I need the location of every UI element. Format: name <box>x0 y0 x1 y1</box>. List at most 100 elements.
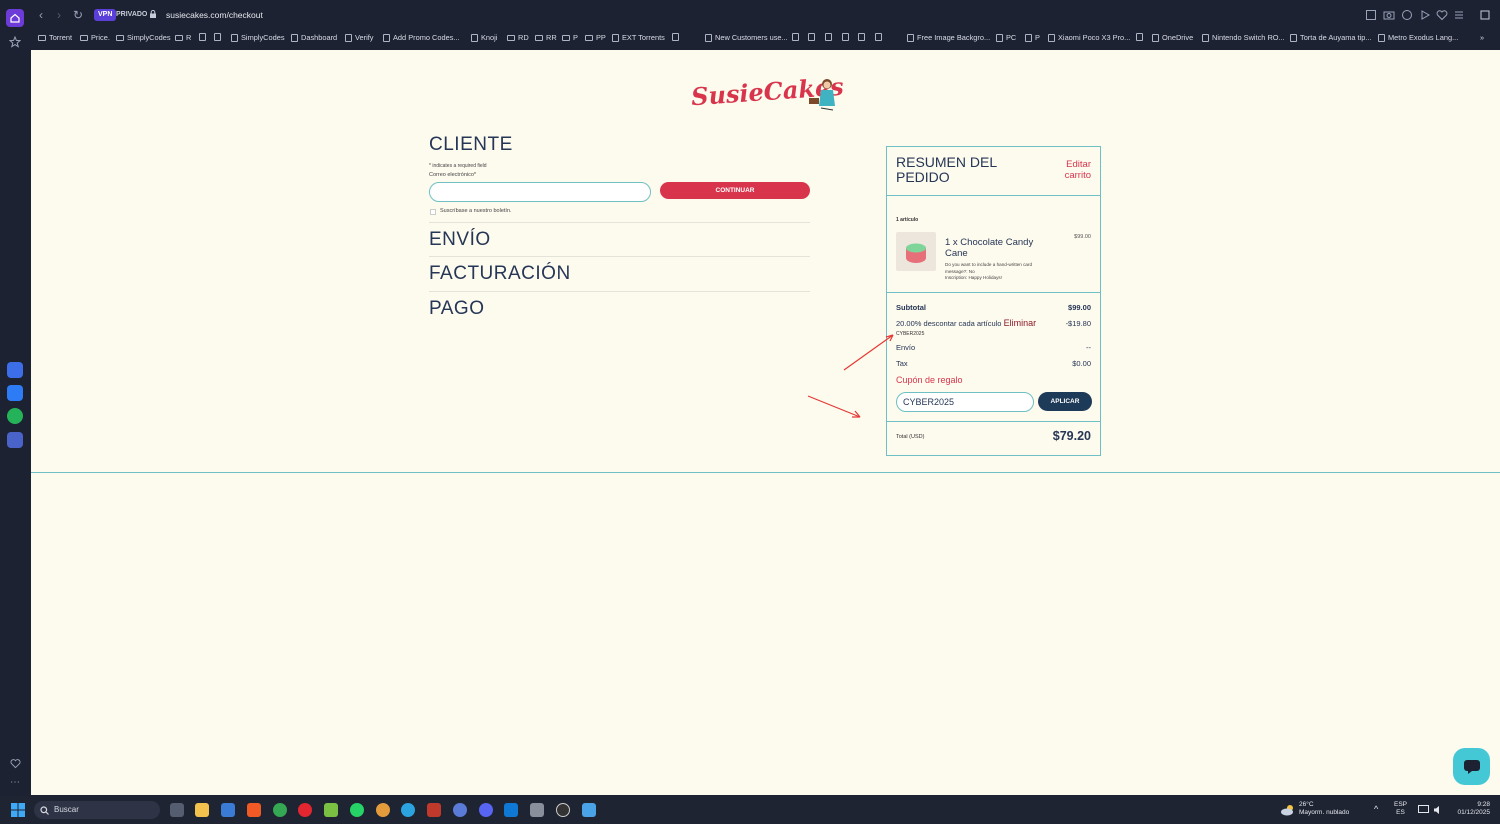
network-icon[interactable] <box>1418 805 1429 815</box>
shield-icon[interactable] <box>1401 9 1413 21</box>
heart-icon[interactable] <box>6 754 24 772</box>
bookmark-page[interactable]: Add Promo Codes... <box>383 33 460 42</box>
back-icon[interactable]: ‹ <box>34 8 48 22</box>
edit-cart-link[interactable]: Editar carrito <box>1041 159 1091 181</box>
bookmark-folder[interactable]: SimplyCodes <box>116 33 171 42</box>
pago-title[interactable]: PAGO <box>429 298 485 320</box>
language-indicator[interactable]: ESP ES <box>1394 801 1407 817</box>
whatsapp-icon[interactable] <box>350 803 364 817</box>
bookmarks-overflow-icon[interactable]: » <box>1480 33 1484 42</box>
app-icon[interactable] <box>376 803 390 817</box>
camera-icon[interactable] <box>1383 9 1395 21</box>
home-icon[interactable] <box>6 9 24 27</box>
calculator-icon[interactable] <box>530 803 544 817</box>
edit-icon[interactable] <box>1365 9 1377 21</box>
bookmark-page[interactable] <box>825 33 832 41</box>
bookmark-page[interactable]: Nintendo Switch RO... <box>1202 33 1285 42</box>
menu-icon[interactable] <box>1453 9 1465 21</box>
page-icon <box>345 33 352 42</box>
bookmark-page[interactable]: EXT Torrents <box>612 33 665 42</box>
bookmark-page[interactable]: P <box>1025 33 1040 42</box>
bookmark-folder[interactable]: Torrent <box>38 33 72 42</box>
heart-toolbar-icon[interactable] <box>1436 9 1448 21</box>
bookmark-page[interactable]: Free Image Backgro... <box>907 33 990 42</box>
bookmark-page[interactable] <box>214 33 221 41</box>
bookmark-page[interactable]: Verify <box>345 33 373 42</box>
bookmark-page[interactable]: PC <box>996 33 1016 42</box>
product-thumbnail[interactable] <box>896 232 936 271</box>
continuar-button[interactable]: CONTINUAR <box>660 182 810 199</box>
play-icon[interactable] <box>1419 9 1431 21</box>
app-icon[interactable] <box>7 432 23 448</box>
messenger-icon[interactable] <box>7 385 23 401</box>
telegram-icon[interactable] <box>401 803 415 817</box>
task-view-icon[interactable] <box>170 803 184 817</box>
bookmark-page[interactable] <box>672 33 679 41</box>
extensions-icon[interactable] <box>1479 9 1491 21</box>
forward-icon[interactable]: › <box>52 8 66 22</box>
bookmark-page[interactable]: Xiaomi Poco X3 Pro... <box>1048 33 1130 42</box>
address-bar[interactable]: susiecakes.com/checkout <box>166 10 263 20</box>
bookmark-folder[interactable]: RD <box>507 33 529 42</box>
weather-widget[interactable]: 26°C Mayorm. nublado <box>1299 801 1349 817</box>
taskbar-search[interactable]: Buscar <box>34 801 160 819</box>
volume-icon[interactable] <box>1433 805 1443 815</box>
windows-start-icon[interactable] <box>11 803 25 817</box>
facturacion-title[interactable]: FACTURACIÓN <box>429 263 571 285</box>
bookmark-folder[interactable]: Price. <box>80 33 110 42</box>
bookmark-page[interactable] <box>875 33 882 41</box>
bookmark-folder[interactable]: R <box>175 33 191 42</box>
lang-secondary: ES <box>1396 809 1405 816</box>
page-icon <box>875 33 882 41</box>
bookmark-page[interactable]: Metro Exodus Lang... <box>1378 33 1458 42</box>
page-icon <box>1152 33 1159 42</box>
app-64-icon[interactable] <box>427 803 441 817</box>
chat-button[interactable] <box>1453 748 1490 785</box>
bookmark-folder[interactable]: PP <box>585 33 606 42</box>
bookmark-folder[interactable]: RR <box>535 33 557 42</box>
bookmark-page[interactable]: OneDrive <box>1152 33 1193 42</box>
bookmark-page[interactable] <box>858 33 865 41</box>
more-icon[interactable]: ⋯ <box>6 773 24 791</box>
bookmark-page[interactable] <box>792 33 799 41</box>
notepad-icon[interactable] <box>582 803 596 817</box>
bookmark-page[interactable] <box>199 33 206 41</box>
email-field[interactable] <box>429 182 651 202</box>
bookmark-page[interactable]: Torta de Auyama tip... <box>1290 33 1371 42</box>
vpn-badge[interactable]: VPN <box>94 9 117 21</box>
whatsapp-icon[interactable] <box>7 408 23 424</box>
bookmark-page[interactable]: Knoji <box>471 33 497 42</box>
reload-icon[interactable]: ↻ <box>71 8 85 22</box>
media-player-icon[interactable] <box>556 803 570 817</box>
bookmark-page[interactable] <box>1136 33 1143 41</box>
brave-icon[interactable] <box>247 803 261 817</box>
file-explorer-icon[interactable] <box>195 803 209 817</box>
app-icon[interactable] <box>324 803 338 817</box>
envio-title[interactable]: ENVÍO <box>429 229 491 251</box>
star-icon[interactable] <box>6 33 24 51</box>
bookmark-page[interactable] <box>842 33 849 41</box>
annotation-arrow <box>843 334 894 371</box>
divider <box>887 292 1100 293</box>
bookmark-page[interactable]: New Customers use... <box>705 33 788 42</box>
opera-icon[interactable] <box>298 803 312 817</box>
chevron-up-icon[interactable]: ^ <box>1374 805 1378 814</box>
apply-button[interactable]: APLICAR <box>1038 392 1092 411</box>
bookmark-page[interactable] <box>808 33 815 41</box>
inscription-note: Inscription: Happy Holidays! <box>945 275 1002 280</box>
bookmark-page[interactable]: Dashboard <box>291 33 337 42</box>
remove-discount-link[interactable]: Eliminar <box>1004 318 1037 328</box>
discord-icon[interactable] <box>479 803 493 817</box>
bookmark-folder[interactable]: P <box>562 33 578 42</box>
app-icon[interactable] <box>453 803 467 817</box>
newsletter-checkbox[interactable] <box>430 209 436 215</box>
cake-icon <box>906 243 926 263</box>
chrome-icon[interactable] <box>273 803 287 817</box>
bookmark-page[interactable]: SimplyCodes <box>231 33 285 42</box>
coupon-input[interactable]: CYBER2025 <box>896 392 1034 412</box>
aria-icon[interactable] <box>7 362 23 378</box>
store-icon[interactable] <box>221 803 235 817</box>
clock[interactable]: 9:28 01/12/2025 <box>1452 801 1490 817</box>
chat-icon <box>1463 759 1480 774</box>
outlook-icon[interactable] <box>504 803 518 817</box>
